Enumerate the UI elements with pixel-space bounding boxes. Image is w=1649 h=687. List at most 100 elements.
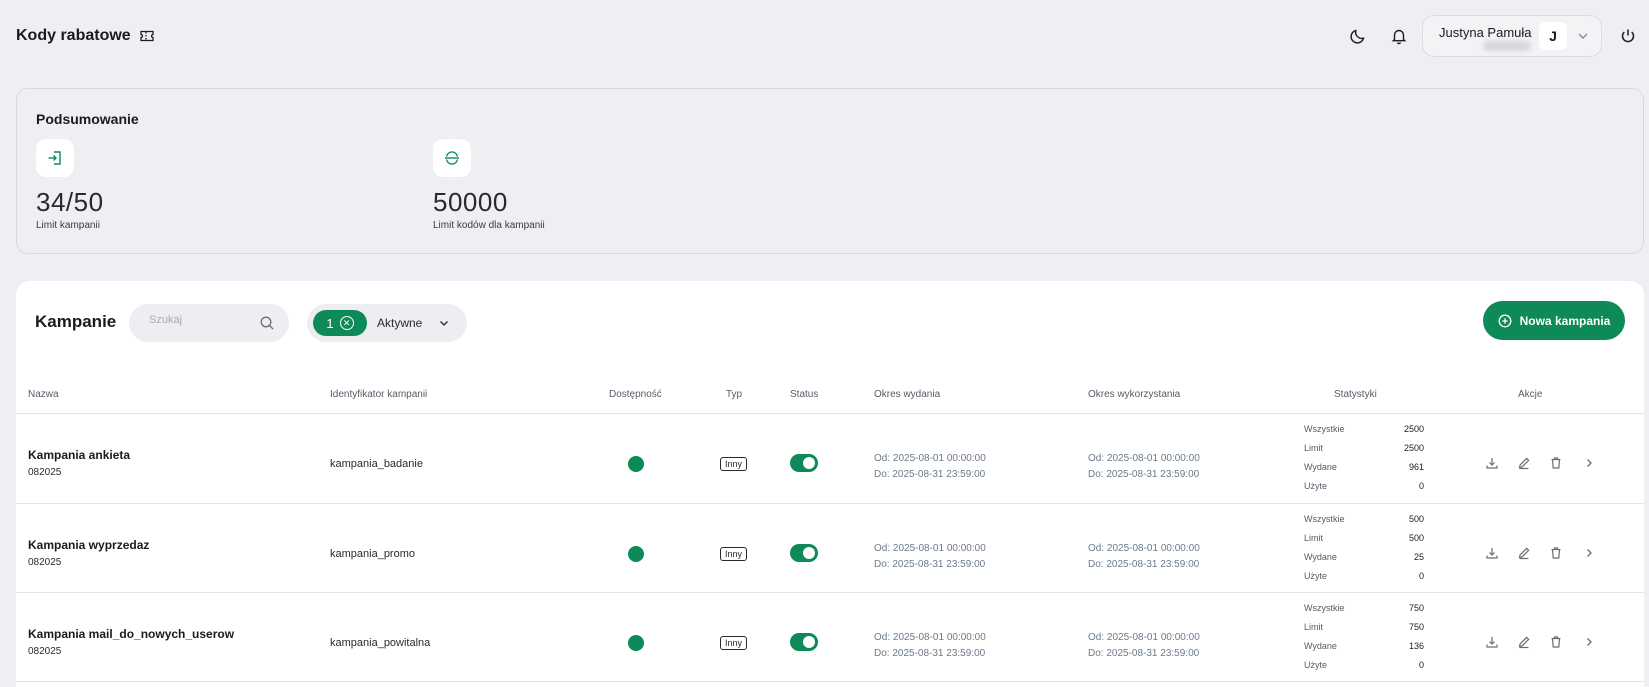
stat-key: Użyte [1304,660,1328,670]
status-filter[interactable]: 1 ✕ Aktywne [307,304,467,342]
issue-to: Do: 2025-08-31 23:59:00 [874,559,986,570]
stat-limit: 2500 [1403,443,1424,453]
search-input[interactable] [149,314,259,326]
trash-icon[interactable] [1549,635,1563,649]
stat-limit: 500 [1408,533,1424,543]
user-name: Justyna Pamuła [1439,25,1532,40]
campaign-identifier: kampania_promo [330,548,415,560]
table-row[interactable]: Kampania wyprzedaz 082025 kampania_promo… [16,504,1644,593]
table-row[interactable]: Kampania ankieta 082025 kampania_badanie… [16,414,1644,503]
type-badge: Inny [720,457,748,471]
status-toggle[interactable] [790,544,818,562]
column-header-use-period[interactable]: Okres wykorzystania [1088,389,1180,400]
stat-key: Użyte [1304,571,1328,581]
stat-used: 0 [1418,571,1424,581]
use-to: Do: 2025-08-31 23:59:00 [1088,559,1200,570]
stat-key: Limit [1304,533,1324,543]
issue-to: Do: 2025-08-31 23:59:00 [874,648,986,659]
use-period: Od: 2025-08-01 00:00:00 Do: 2025-08-31 2… [1088,630,1200,662]
stat-key: Wszystkie [1304,514,1345,524]
stat-key: Wszystkie [1304,603,1345,613]
issue-to: Do: 2025-08-31 23:59:00 [874,469,986,480]
stat-icon-box [433,139,471,177]
campaign-name[interactable]: Kampania ankieta [28,448,130,462]
stat-key: Użyte [1304,481,1328,491]
campaign-name[interactable]: Kampania wyprzedaz [28,538,149,552]
campaigns-title: Kampanie [35,312,117,331]
stat-issued: 961 [1408,462,1424,472]
download-icon[interactable] [1485,456,1499,470]
use-to: Do: 2025-08-31 23:59:00 [1088,648,1200,659]
status-toggle[interactable] [790,633,818,651]
edit-pencil-icon[interactable] [1517,456,1531,470]
stat-all: 750 [1408,603,1424,613]
stat-issued: 25 [1413,552,1424,562]
campaign-name[interactable]: Kampania mail_do_nowych_userow [28,627,234,641]
plus-circle-icon [1498,314,1512,327]
search-icon[interactable] [259,315,275,331]
stat-label: Limit kodów dla kampanii [433,220,545,231]
chevron-right-icon[interactable] [1582,546,1596,560]
download-icon[interactable] [1485,635,1499,649]
summary-title: Podsumowanie [36,111,139,127]
code-limit-icon [445,151,459,165]
stat-key: Limit [1304,443,1324,453]
statistics: Wszystkie 2500 Limit 2500 Wydane 961 Użyte 0 [1304,420,1424,496]
issue-period: Od: 2025-08-01 00:00:00 Do: 2025-08-31 2… [874,451,986,483]
search-box[interactable] [129,304,289,342]
stat-campaign-limit: 34/50 Limit kampanii [36,139,104,231]
stat-used: 0 [1418,660,1424,670]
use-period: Od: 2025-08-01 00:00:00 Do: 2025-08-31 2… [1088,541,1200,573]
trash-icon[interactable] [1549,456,1563,470]
row-divider [16,681,1644,682]
chevron-down-icon [1578,33,1588,39]
stat-key: Wszystkie [1304,424,1345,434]
new-campaign-label: Nowa kampania [1519,313,1611,328]
type-badge: Inny [720,547,748,561]
use-from: Od: 2025-08-01 00:00:00 [1088,453,1200,464]
campaign-code: 082025 [28,557,62,568]
download-icon[interactable] [1485,546,1499,560]
column-header-identifier[interactable]: Identyfikator kampanii [330,389,427,400]
availability-dot [628,456,644,472]
stat-key: Limit [1304,622,1324,632]
table-row[interactable]: Kampania mail_do_nowych_userow 082025 ka… [16,593,1644,682]
stat-key: Wydane [1304,552,1337,562]
filter-count-chip[interactable]: 1 ✕ [313,310,367,336]
column-header-status[interactable]: Status [790,389,818,400]
availability-dot [628,635,644,651]
column-header-name[interactable]: Nazwa [28,389,59,400]
statistics: Wszystkie 500 Limit 500 Wydane 25 Użyte 0 [1304,510,1424,586]
avatar: J [1539,22,1567,50]
stat-all: 500 [1408,514,1424,524]
top-bar: Kody rabatowe Justyna Pamuła J [0,0,1649,74]
stat-used: 0 [1418,481,1424,491]
column-header-availability[interactable]: Dostępność [609,389,662,400]
login-arrow-icon [48,151,61,165]
availability-dot [628,546,644,562]
edit-pencil-icon[interactable] [1517,546,1531,560]
user-menu[interactable]: Justyna Pamuła J [1422,15,1602,57]
new-campaign-button[interactable]: Nowa kampania [1483,301,1625,340]
stat-value: 50000 [433,187,508,217]
chevron-right-icon[interactable] [1582,635,1596,649]
use-period: Od: 2025-08-01 00:00:00 Do: 2025-08-31 2… [1088,451,1200,483]
filter-label: Aktywne [377,316,423,330]
edit-pencil-icon[interactable] [1517,635,1531,649]
column-header-type[interactable]: Typ [726,389,742,400]
trash-icon[interactable] [1549,546,1563,560]
campaigns-panel: Kampanie 1 ✕ Aktywne Nowa kampania Nazwa… [16,281,1644,687]
dark-mode-moon-icon[interactable] [1348,26,1368,46]
clear-filter-icon[interactable]: ✕ [339,316,354,330]
column-header-actions: Akcje [1518,389,1543,400]
issue-period: Od: 2025-08-01 00:00:00 Do: 2025-08-31 2… [874,541,986,573]
power-logout-icon[interactable] [1618,26,1638,46]
stat-key: Wydane [1304,641,1337,651]
chevron-right-icon[interactable] [1582,456,1596,470]
chevron-down-icon[interactable] [437,316,451,330]
status-toggle[interactable] [790,454,818,472]
notification-bell-icon[interactable] [1389,26,1409,46]
stat-icon-box [36,139,74,177]
issue-from: Od: 2025-08-01 00:00:00 [874,632,986,643]
column-header-issue-period[interactable]: Okres wydania [874,389,940,400]
